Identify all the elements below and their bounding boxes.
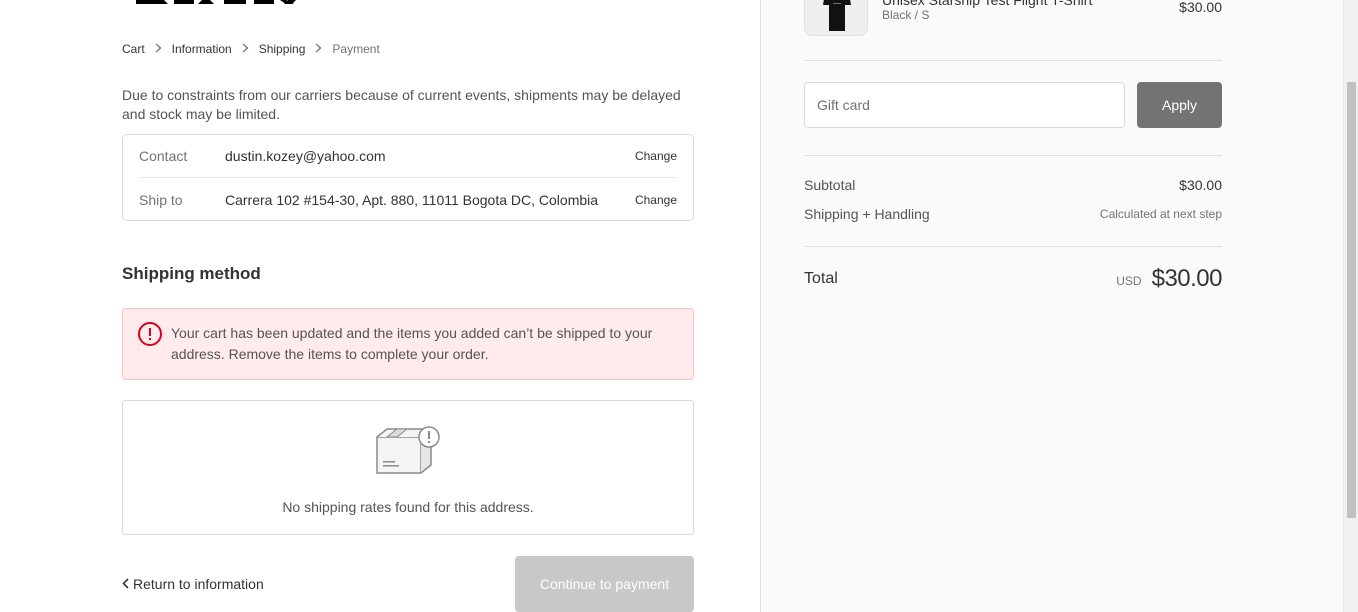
- subtotal-row: Subtotal $30.00: [804, 177, 1222, 193]
- shipping-value: Calculated at next step: [1099, 207, 1222, 221]
- error-banner: Your cart has been updated and the items…: [122, 308, 694, 380]
- divider: [804, 246, 1222, 247]
- total-amount: $30.00: [1151, 265, 1223, 292]
- chevron-right-icon: [242, 43, 249, 56]
- ship-to-row: Ship to Carrera 102 #154-30, Apt. 880, 1…: [139, 178, 677, 221]
- ship-to-label: Ship to: [139, 191, 183, 208]
- shipping-label: Shipping + Handling: [804, 206, 930, 222]
- main-panel: Cart Information Shipping Payment Due to…: [0, 0, 760, 612]
- breadcrumb-cart[interactable]: Cart: [122, 42, 145, 56]
- product-price: $30.00: [1179, 0, 1222, 15]
- change-contact-link[interactable]: Change: [635, 149, 677, 163]
- alert-circle-icon: [137, 321, 163, 347]
- currency-code: USD: [1116, 274, 1142, 288]
- breadcrumb: Cart Information Shipping Payment: [122, 42, 380, 56]
- chevron-right-icon: [155, 43, 162, 56]
- contact-row: Contact dustin.kozey@yahoo.com Change: [139, 135, 677, 178]
- shipping-row: Shipping + Handling Calculated at next s…: [804, 206, 1222, 222]
- chevron-left-icon: [122, 576, 129, 592]
- breadcrumb-information[interactable]: Information: [172, 42, 232, 56]
- ship-to-value: Carrera 102 #154-30, Apt. 880, 11011 Bog…: [225, 191, 599, 208]
- product-thumbnail: [804, 0, 868, 36]
- package-alert-icon: [375, 425, 441, 477]
- gift-card-input[interactable]: [804, 82, 1125, 128]
- review-box: Contact dustin.kozey@yahoo.com Change Sh…: [122, 134, 694, 221]
- shipping-notice: Due to constraints from our carriers bec…: [122, 87, 681, 122]
- cart-line-item: Unisex Starship Test Flight T-Shirt Blac…: [804, 0, 1222, 38]
- total-row: Total USD $30.00: [804, 262, 1223, 296]
- product-variant: Black / S: [882, 8, 930, 22]
- shipping-method-title: Shipping method: [122, 264, 261, 283]
- total-label: Total: [804, 270, 838, 287]
- total-amount-group: USD $30.00: [1116, 265, 1222, 293]
- return-to-information-link[interactable]: Return to information: [122, 576, 264, 592]
- breadcrumb-payment: Payment: [332, 42, 380, 56]
- spacex-logo[interactable]: [134, 0, 304, 6]
- chevron-right-icon: [315, 43, 322, 56]
- subtotal-value: $30.00: [1179, 177, 1222, 193]
- continue-to-payment-button[interactable]: Continue to payment: [515, 556, 694, 612]
- contact-value: dustin.kozey@yahoo.com: [225, 148, 386, 164]
- divider: [804, 60, 1222, 61]
- divider: [804, 155, 1222, 156]
- shipping-rates-box: No shipping rates found for this address…: [122, 400, 694, 535]
- return-label: Return to information: [133, 576, 264, 592]
- apply-button[interactable]: Apply: [1137, 82, 1222, 128]
- scrollbar[interactable]: [1343, 0, 1358, 612]
- error-message: Your cart has been updated and the items…: [171, 325, 653, 362]
- no-rates-message: No shipping rates found for this address…: [282, 499, 534, 515]
- subtotal-label: Subtotal: [804, 177, 856, 193]
- breadcrumb-shipping: Shipping: [258, 42, 306, 56]
- change-address-link[interactable]: Change: [635, 193, 677, 207]
- product-name: Unisex Starship Test Flight T-Shirt: [882, 0, 1093, 8]
- contact-label: Contact: [139, 148, 188, 164]
- scrollbar-thumb[interactable]: [1347, 82, 1356, 518]
